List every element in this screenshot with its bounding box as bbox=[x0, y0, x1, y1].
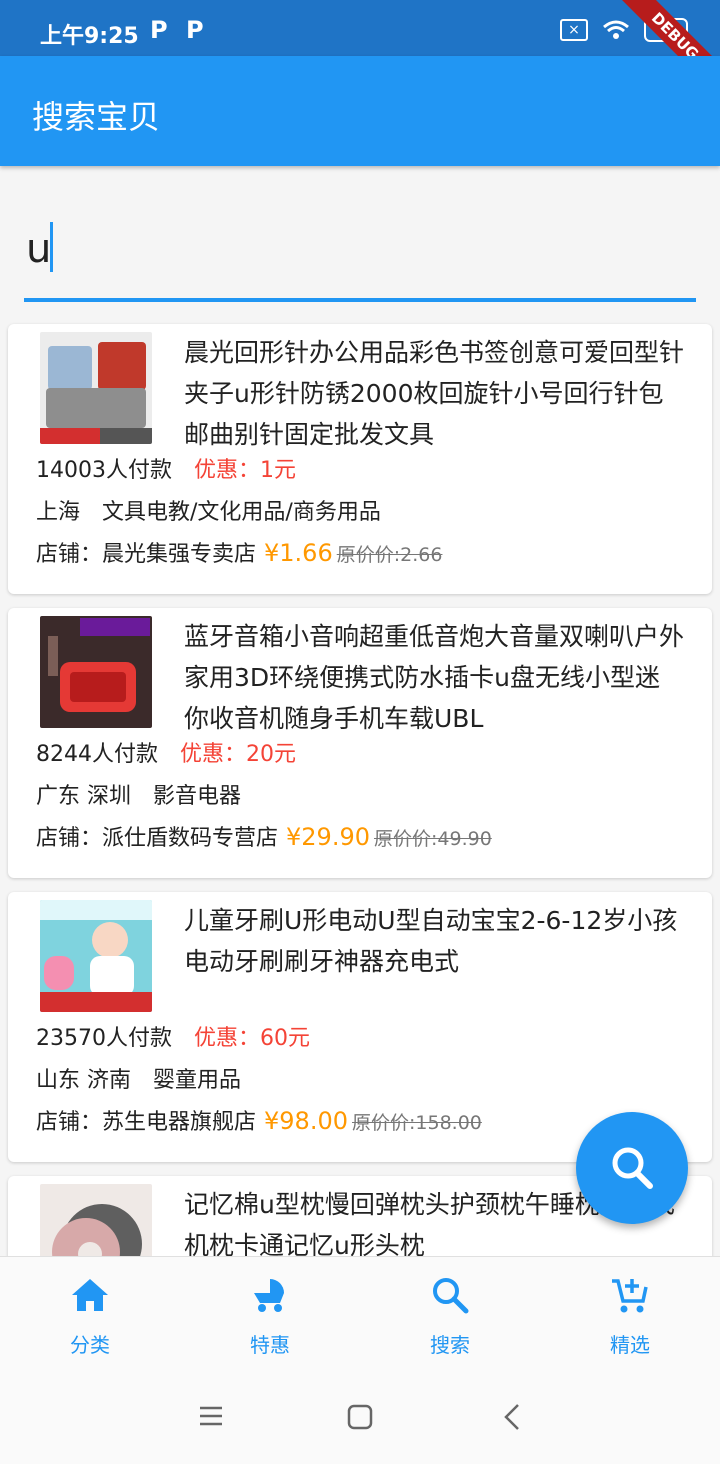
search-icon bbox=[612, 1147, 653, 1189]
nav-label: 特惠 bbox=[250, 1333, 290, 1357]
original-price: 原价价:2.66 bbox=[336, 544, 443, 566]
toothbrush-image bbox=[40, 900, 152, 1012]
speaker-image bbox=[40, 616, 152, 728]
category: 文具电教/文化用品/商务用品 bbox=[102, 500, 381, 525]
status-bar: 上午9:25 P P × 50 DEBUG bbox=[0, 0, 720, 105]
price: ¥29.90 bbox=[286, 823, 370, 851]
notification-p-icon: P bbox=[186, 16, 204, 44]
page-title: 搜索宝贝 bbox=[32, 98, 161, 136]
original-price: 原价价:49.90 bbox=[374, 828, 492, 850]
sales-row: 23570人付款 优惠：60元 bbox=[36, 1020, 310, 1052]
status-time: 上午9:25 bbox=[40, 24, 139, 49]
search-field[interactable] bbox=[24, 200, 696, 302]
text-cursor bbox=[50, 222, 53, 272]
original-price: 原价价:158.00 bbox=[352, 1112, 482, 1134]
sales-count: 23570人付款 bbox=[36, 1026, 172, 1051]
nav-label: 分类 bbox=[70, 1333, 110, 1357]
product-card[interactable]: 晨光回形针办公用品彩色书签创意可爱回型针夹子u形针防锈2000枚回旋针小号回行针… bbox=[8, 324, 712, 594]
info-row: 山东 济南 婴童用品 bbox=[36, 1062, 241, 1094]
product-title[interactable]: 蓝牙音箱小音响超重低音炮大音量双喇叭户外家用3D环绕便携式防水插卡u盘无线小型迷… bbox=[184, 616, 684, 739]
paper-clips-image bbox=[40, 332, 152, 444]
promo-text: 优惠：1元 bbox=[194, 458, 296, 483]
price-row: 店铺：派仕盾数码专营店 ¥29.90 原价价:49.90 bbox=[36, 820, 492, 852]
product-card[interactable]: 蓝牙音箱小音响超重低音炮大音量双喇叭户外家用3D环绕便携式防水插卡u盘无线小型迷… bbox=[8, 608, 712, 878]
location: 广东 深圳 bbox=[36, 784, 131, 809]
home-icon bbox=[72, 1279, 108, 1311]
search-icon bbox=[433, 1278, 469, 1314]
price-row: 店铺：苏生电器旗舰店 ¥98.00 原价价:158.00 bbox=[36, 1104, 482, 1136]
nav-item-deals[interactable]: 特惠 bbox=[180, 1257, 360, 1369]
shop-name: 店铺：苏生电器旗舰店 bbox=[36, 1110, 257, 1135]
promo-text: 优惠：60元 bbox=[194, 1026, 310, 1051]
shop-name: 店铺：派仕盾数码专营店 bbox=[36, 826, 279, 851]
product-title[interactable]: 儿童牙刷U形电动U型自动宝宝2-6-12岁小孩电动牙刷刷牙神器充电式 bbox=[184, 900, 684, 982]
wifi-icon bbox=[603, 20, 629, 39]
price: ¥1.66 bbox=[264, 539, 333, 567]
app-bar: 搜索宝贝 bbox=[0, 56, 720, 166]
location: 山东 济南 bbox=[36, 1068, 131, 1093]
sales-count: 14003人付款 bbox=[36, 458, 172, 483]
sales-count: 8244人付款 bbox=[36, 742, 158, 767]
promo-text: 优惠：20元 bbox=[180, 742, 296, 767]
nav-item-search[interactable]: 搜索 bbox=[360, 1257, 540, 1369]
add-cart-icon bbox=[612, 1279, 648, 1313]
stroller-icon bbox=[254, 1279, 284, 1312]
nav-item-featured[interactable]: 精选 bbox=[540, 1257, 720, 1369]
info-row: 上海 文具电教/文化用品/商务用品 bbox=[36, 494, 381, 526]
shop-name: 店铺：晨光集强专卖店 bbox=[36, 542, 257, 567]
menu-icon[interactable] bbox=[198, 1404, 224, 1428]
product-title[interactable]: 晨光回形针办公用品彩色书签创意可爱回型针夹子u形针防锈2000枚回旋针小号回行针… bbox=[184, 332, 684, 455]
category: 影音电器 bbox=[153, 784, 242, 809]
nav-item-category[interactable]: 分类 bbox=[0, 1257, 180, 1369]
product-thumbnail[interactable] bbox=[40, 332, 152, 444]
bottom-navigation: 分类 特惠 搜索 精选 bbox=[0, 1256, 720, 1369]
price: ¥98.00 bbox=[264, 1107, 348, 1135]
product-thumbnail[interactable] bbox=[40, 616, 152, 728]
location: 上海 bbox=[36, 500, 81, 525]
nav-label: 搜索 bbox=[430, 1333, 470, 1357]
search-input[interactable] bbox=[24, 220, 688, 278]
search-fab[interactable] bbox=[576, 1112, 688, 1224]
nav-label: 精选 bbox=[610, 1333, 650, 1357]
system-nav-bar bbox=[0, 1368, 720, 1464]
price-row: 店铺：晨光集强专卖店 ¥1.66 原价价:2.66 bbox=[36, 536, 442, 568]
notification-p-icon: P bbox=[150, 16, 168, 44]
category: 婴童用品 bbox=[153, 1068, 242, 1093]
info-row: 广东 深圳 影音电器 bbox=[36, 778, 241, 810]
home-square-icon[interactable] bbox=[346, 1403, 374, 1431]
product-thumbnail[interactable] bbox=[40, 900, 152, 1012]
back-icon[interactable] bbox=[502, 1402, 522, 1432]
sales-row: 14003人付款 优惠：1元 bbox=[36, 452, 296, 484]
no-sim-icon: × bbox=[560, 19, 588, 41]
sales-row: 8244人付款 优惠：20元 bbox=[36, 736, 296, 768]
